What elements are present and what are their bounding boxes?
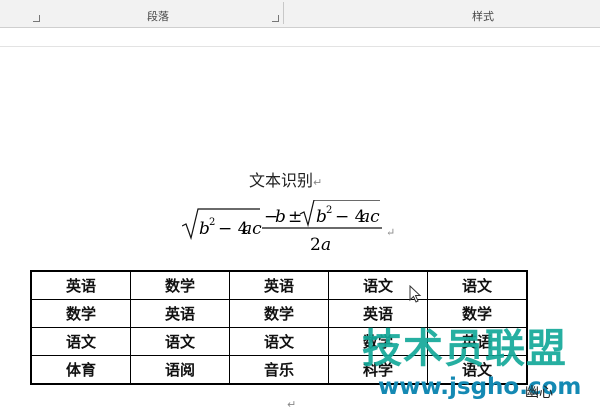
table-cell[interactable]: 体育 (30, 355, 131, 385)
svg-text:2: 2 (209, 217, 215, 228)
table-cell[interactable]: 语文 (130, 327, 230, 356)
table-cell[interactable]: 数学 (30, 299, 131, 328)
styles-group-label: 样式 (472, 10, 494, 23)
math-formula[interactable]: b 2 − 4 ac − b ± b 2 − 4 ac 2 a ↵ (182, 200, 402, 260)
watermark: 技术员联盟 www.jsgho.com 幽心 (340, 316, 600, 413)
paragraph-mark-icon: ↵ (287, 398, 297, 411)
ribbon: 段落 样式 (0, 0, 600, 28)
paragraph-group-label: 段落 (147, 10, 169, 23)
dialog-launcher-icon[interactable] (33, 15, 40, 22)
ruler-line (0, 46, 600, 47)
svg-text:ac: ac (242, 219, 262, 239)
svg-text:2: 2 (310, 235, 321, 255)
mouse-cursor-icon (409, 285, 422, 303)
svg-text:2: 2 (326, 205, 332, 216)
table-cell[interactable]: 音乐 (229, 355, 329, 385)
svg-text:a: a (321, 235, 331, 255)
table-cell[interactable]: 语阅 (130, 355, 230, 385)
paragraph-mark-icon: ↵ (313, 176, 323, 189)
ribbon-separator (283, 2, 284, 24)
table-cell[interactable]: 英语 (30, 270, 131, 300)
table-cell[interactable]: 语文 (229, 327, 329, 356)
document-title-text: 文本识别 (249, 171, 314, 190)
svg-text:±: ± (288, 207, 302, 227)
table-cell[interactable]: 数学 (130, 270, 230, 300)
table-cell[interactable]: 英语 (229, 270, 329, 300)
table-cell[interactable]: 数学 (229, 299, 329, 328)
svg-text:ac: ac (360, 207, 380, 227)
table-cell[interactable]: 英语 (130, 299, 230, 328)
svg-text:↵: ↵ (386, 226, 395, 239)
table-cell[interactable]: 语文 (427, 270, 528, 300)
document-title[interactable]: 文本识别↵ (249, 167, 322, 191)
watermark-side-text: 幽心 (525, 385, 553, 401)
table-cell[interactable]: 语文 (30, 327, 131, 356)
table-row: 英语 数学 英语 语文 语文 (30, 270, 528, 300)
svg-text:b: b (275, 207, 286, 227)
dialog-launcher-icon[interactable] (272, 15, 279, 22)
watermark-logo-text: 技术员联盟 (362, 326, 567, 372)
